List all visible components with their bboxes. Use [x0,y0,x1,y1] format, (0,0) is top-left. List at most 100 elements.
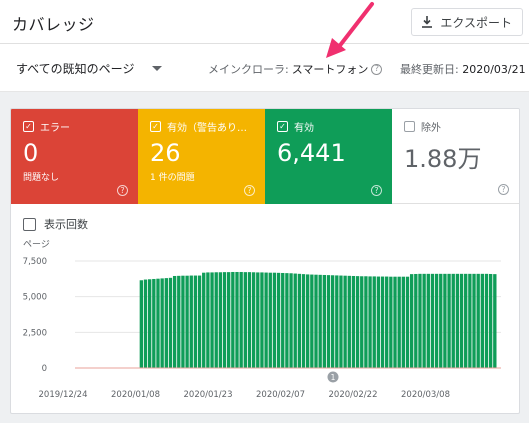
tile-error[interactable]: ✓ エラー 0 問題なし ? [11,109,138,204]
x-tick-label: 2020/03/08 [401,390,450,400]
help-icon[interactable]: ? [498,184,509,195]
chart-bar [189,275,193,368]
chart-bar [218,272,223,368]
chart-bar [459,273,464,368]
page-filter-label: すべての既知のページ [16,62,135,76]
tile-value: 6,441 [277,139,346,167]
chart-bar [409,274,414,368]
help-icon[interactable]: ? [371,63,383,75]
chart-bar [447,273,451,368]
crawler-value: スマートフォン [291,63,369,76]
tile-value: 1.88万 [404,145,482,173]
chart-bar [160,278,164,368]
chart-bar [185,275,189,368]
tile-sub: 問題なし [23,173,60,183]
chart-bar [472,273,476,368]
chart-bar [243,272,247,368]
tile-label: 有効 [294,123,314,134]
chart-bar [451,273,455,368]
y-tick-label: 7,500 [23,257,47,267]
chart-bar [322,274,327,368]
impressions-label: 表示回数 [44,218,88,231]
impressions-toggle[interactable]: 表示回数 [23,216,88,232]
tile-valid[interactable]: ✓ 有効 6,441 ? [265,109,392,204]
chart-bar [422,273,426,368]
chart-bar [405,276,410,368]
crawler-label: メインクローラ: [208,63,289,76]
chart-bar [164,278,168,368]
tile-value: 26 [150,139,181,167]
chart-bar [476,273,480,368]
chart-bar [147,279,152,368]
help-icon[interactable]: ? [244,185,255,196]
tile-sub: 1 件の問題 [150,173,195,183]
chart-bar [168,277,173,368]
chart-bar [484,273,489,368]
updated-label: 最終更新日: [400,63,459,76]
chart-bar [401,276,406,368]
chart-bar [430,273,435,368]
crawler-info: メインクローラ: スマートフォン ? [208,61,383,77]
x-tick-label: 2020/01/08 [111,390,160,400]
chart-bar [202,272,206,368]
y-tick-label: 5,000 [23,293,47,303]
download-icon [422,16,433,28]
tile-warning[interactable]: ✓ 有効（警告あり… 26 1 件の問題 ? [138,109,265,204]
chart-bar [343,275,347,368]
chart-bar [276,272,281,368]
chart-bar [152,278,156,368]
checkbox-unchecked-icon[interactable] [23,217,36,231]
chart-bar [306,274,310,368]
page-title: カバレッジ [12,15,95,34]
chart-bar [181,275,185,368]
chart-bar [455,273,460,368]
chart-bar [268,272,272,368]
checkbox-unchecked-icon[interactable] [404,121,415,132]
export-label: エクスポート [440,15,512,30]
chart-bar [418,273,422,368]
chart-bar [468,273,472,368]
chart-bar [434,273,439,368]
tile-excluded[interactable]: 除外 1.88万 ? [392,109,519,204]
chart-bar [231,271,235,368]
checkbox-checked-icon[interactable]: ✓ [150,121,161,132]
chart-bar [172,275,177,368]
chart-bar [439,273,443,368]
chart-bar [347,275,351,368]
chart-bar [301,274,306,368]
help-icon[interactable]: ? [371,185,382,196]
page-filter-dropdown[interactable]: すべての既知のページ [16,60,163,77]
chart-bar [376,276,381,368]
chart-bar [235,271,239,368]
chart-bar [443,273,447,368]
chart-bar [297,273,302,368]
x-tick-label: 2019/12/24 [39,390,88,400]
tile-label: 除外 [421,123,441,134]
chart-bar [464,273,468,368]
updated-value: 2020/03/21 [462,63,526,76]
chart-bar [156,278,160,368]
export-button[interactable]: エクスポート [411,8,523,36]
help-icon[interactable]: ? [117,185,128,196]
checkbox-checked-icon[interactable]: ✓ [277,121,288,132]
chart-bar [488,273,493,368]
chart-bar [493,274,497,368]
y-tick-label: 0 [42,364,47,374]
chart-bar [281,272,285,368]
chart-bar [414,273,418,368]
chart-bar [222,272,227,368]
chart-bar [214,272,218,368]
status-tiles: ✓ エラー 0 問題なし ? ✓ 有効（警告あり… 26 1 件の問題 ? ✓ 有効 … [11,109,519,204]
chart-bar [139,280,144,368]
chart-bar [293,273,297,368]
y-tick-label: 2,500 [23,328,47,338]
chart-bar [251,272,256,368]
chart-bar [247,272,252,368]
chart-bar [143,279,148,368]
chart-bar [368,276,372,368]
checkbox-checked-icon[interactable]: ✓ [23,121,34,132]
coverage-chart: ページ 7,500 5,000 2,500 0 2019/12/24 2020/01/08 2… [23,240,501,400]
chart-bar [227,272,231,368]
chart-bar [285,273,289,368]
chart-bar [385,276,389,368]
